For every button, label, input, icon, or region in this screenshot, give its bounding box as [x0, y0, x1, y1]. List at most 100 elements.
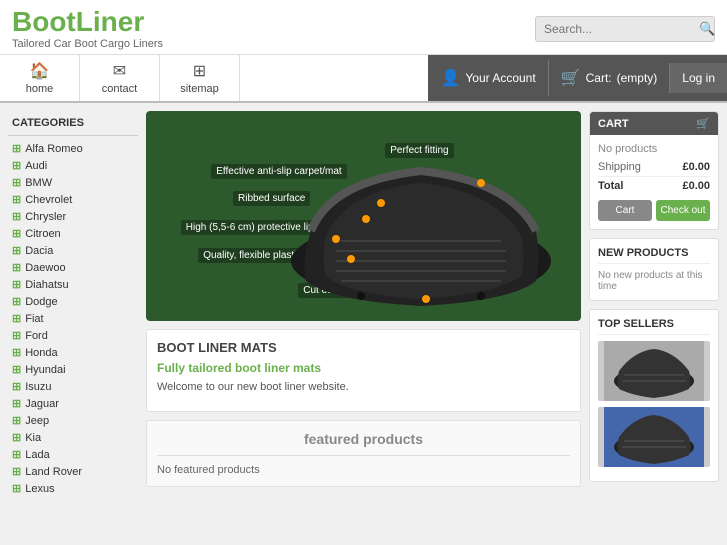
category-plus-icon: ⊞: [12, 193, 21, 206]
cart-buttons: Cart Check out: [598, 200, 710, 221]
account-button[interactable]: 👤 Your Account: [428, 60, 547, 96]
nav-home[interactable]: 🏠 home: [0, 55, 80, 101]
category-plus-icon: ⊞: [12, 244, 21, 257]
sidebar-item-chevrolet[interactable]: ⊞Chevrolet: [8, 191, 138, 208]
featured-divider: [157, 455, 570, 456]
category-label: Hyundai: [25, 364, 65, 376]
nav-contact-label: contact: [102, 83, 137, 95]
category-plus-icon: ⊞: [12, 295, 21, 308]
sidebar-item-dacia[interactable]: ⊞Dacia: [8, 242, 138, 259]
category-label: Daewoo: [25, 262, 65, 274]
featured-products: featured products No featured products: [146, 420, 581, 487]
category-list: ⊞Alfa Romeo⊞Audi⊞BMW⊞Chevrolet⊞Chrysler⊞…: [8, 140, 138, 497]
content-intro: Welcome to our new boot liner website.: [157, 381, 570, 393]
account-cart-area: 👤 Your Account 🛒 Cart: (empty) Log in: [428, 55, 727, 101]
content-area: Perfect fittingEffective anti-slip carpe…: [146, 111, 581, 497]
search-input[interactable]: [544, 22, 699, 36]
featured-title: featured products: [157, 431, 570, 447]
sidebar-item-diahatsu[interactable]: ⊞Diahatsu: [8, 276, 138, 293]
category-label: Land Rover: [25, 466, 82, 478]
cart-go-button[interactable]: Cart: [598, 200, 652, 221]
top-sellers-widget: TOP SELLERS: [589, 309, 719, 482]
sidebar-item-dodge[interactable]: ⊞Dodge: [8, 293, 138, 310]
sidebar-item-hyundai[interactable]: ⊞ Hyundai: [8, 361, 138, 378]
logo: BootLiner: [12, 8, 163, 36]
main-layout: CATEGORIES ⊞Alfa Romeo⊞Audi⊞BMW⊞Chevrole…: [0, 103, 727, 505]
content-subtitle: Fully tailored boot liner mats: [157, 361, 570, 375]
seller-product-svg-1: [598, 341, 710, 401]
seller-thumb-2: [598, 407, 710, 467]
tagline: Tailored Car Boot Cargo Liners: [12, 38, 163, 50]
new-products-empty: No new products at this time: [598, 270, 710, 292]
category-plus-icon: ⊞: [12, 227, 21, 240]
category-label: Kia: [25, 432, 41, 444]
sidebar-item-isuzu[interactable]: ⊞ Isuzu: [8, 378, 138, 395]
category-label: BMW: [25, 177, 52, 189]
new-products-title: NEW PRODUCTS: [598, 247, 710, 264]
category-plus-icon: ⊞: [12, 431, 21, 444]
category-plus-icon: ⊞: [12, 380, 21, 393]
seller-thumb-1: [598, 341, 710, 401]
sidebar-item-jaguar[interactable]: ⊞Jaguar: [8, 395, 138, 412]
category-plus-icon: ⊞: [12, 159, 21, 172]
category-plus-icon: ⊞: [12, 363, 21, 376]
category-label: Diahatsu: [25, 279, 68, 291]
cart-total-row: Total £0.00: [598, 176, 710, 192]
cart-no-products: No products: [598, 143, 710, 155]
category-label: Isuzu: [25, 381, 51, 393]
seller-product-svg-2: [598, 407, 710, 467]
sidebar-item-lada[interactable]: ⊞Lada: [8, 446, 138, 463]
cart-label: Cart:: [586, 71, 612, 85]
sidebar-item-citroen[interactable]: ⊞Citroen: [8, 225, 138, 242]
cart-total-value: £0.00: [682, 180, 710, 192]
nav-sitemap[interactable]: ⊞ sitemap: [160, 55, 240, 101]
home-icon: 🏠: [30, 61, 50, 81]
sidebar-item-land-rover[interactable]: ⊞ Land Rover: [8, 463, 138, 480]
login-button[interactable]: Log in: [669, 63, 727, 93]
category-plus-icon: ⊞: [12, 329, 21, 342]
cart-button[interactable]: 🛒 Cart: (empty): [548, 60, 670, 96]
sidebar-item-chrysler[interactable]: ⊞Chrysler: [8, 208, 138, 225]
featured-empty: No featured products: [157, 464, 570, 476]
hero-mat-image: [281, 151, 561, 311]
sidebar-item-daewoo[interactable]: ⊞Daewoo: [8, 259, 138, 276]
sidebar-item-jeep[interactable]: ⊞Jeep: [8, 412, 138, 429]
category-label: Honda: [25, 347, 57, 359]
right-sidebar: CART 🛒 No products Shipping £0.00 Total …: [589, 111, 719, 497]
category-label: Jaguar: [25, 398, 59, 410]
sidebar-item-ford[interactable]: ⊞Ford: [8, 327, 138, 344]
category-label: Fiat: [25, 313, 43, 325]
sidebar-item-honda[interactable]: ⊞Honda: [8, 344, 138, 361]
login-label: Log in: [682, 71, 715, 85]
sidebar: CATEGORIES ⊞Alfa Romeo⊞Audi⊞BMW⊞Chevrole…: [8, 111, 138, 497]
category-label: Jeep: [25, 415, 49, 427]
sidebar-item-fiat[interactable]: ⊞Fiat: [8, 310, 138, 327]
nav-contact[interactable]: ✉ contact: [80, 55, 160, 101]
search-button[interactable]: 🔍: [699, 21, 715, 37]
sidebar-item-alfa-romeo[interactable]: ⊞Alfa Romeo: [8, 140, 138, 157]
contact-icon: ✉: [113, 61, 126, 81]
category-label: Chrysler: [25, 211, 66, 223]
categories-title: CATEGORIES: [8, 111, 138, 136]
logo-area: BootLiner Tailored Car Boot Cargo Liners: [12, 8, 163, 50]
cart-status: (empty): [617, 71, 658, 85]
sidebar-item-bmw[interactable]: ⊞ BMW: [8, 174, 138, 191]
category-plus-icon: ⊞: [12, 465, 21, 478]
checkout-button[interactable]: Check out: [656, 200, 710, 221]
sitemap-icon: ⊞: [193, 61, 206, 81]
cart-widget-header: CART 🛒: [590, 112, 718, 135]
sidebar-item-kia[interactable]: ⊞ Kia: [8, 429, 138, 446]
cart-widget: CART 🛒 No products Shipping £0.00 Total …: [589, 111, 719, 230]
cart-widget-icon: 🛒: [696, 117, 710, 130]
cart-total-label: Total: [598, 180, 623, 192]
nav-sitemap-label: sitemap: [180, 83, 219, 95]
logo-first: Boot: [12, 6, 76, 37]
sidebar-item-lexus[interactable]: ⊞Lexus: [8, 480, 138, 497]
sidebar-item-audi[interactable]: ⊞Audi: [8, 157, 138, 174]
cart-icon: 🛒: [561, 68, 581, 88]
cart-widget-title: CART: [598, 118, 629, 130]
category-plus-icon: ⊞: [12, 448, 21, 461]
search-box[interactable]: 🔍: [535, 16, 715, 42]
category-label: Lexus: [25, 483, 54, 495]
category-plus-icon: ⊞: [12, 176, 21, 189]
